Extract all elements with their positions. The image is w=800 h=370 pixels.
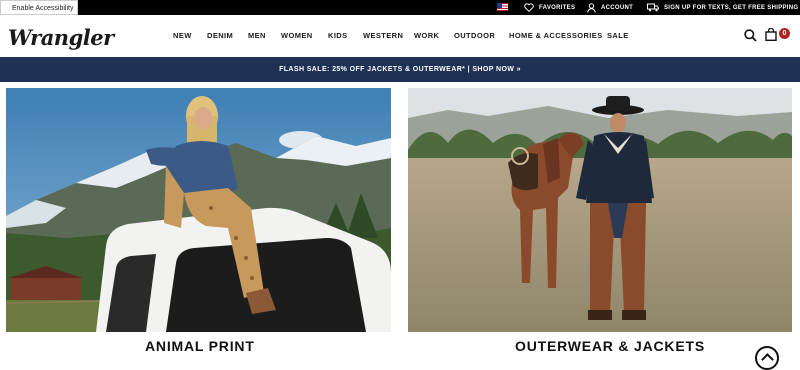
wrangler-logo[interactable]: Wrangler [8, 25, 114, 50]
nav-work[interactable]: WORK [414, 31, 439, 40]
animal-print-tile[interactable] [6, 88, 391, 332]
search-icon[interactable] [744, 29, 757, 42]
shopping-bag-icon[interactable] [765, 28, 777, 41]
nav-home-accessories[interactable]: HOME & ACCESSORIES [509, 31, 603, 40]
outerwear-jackets-caption[interactable]: OUTERWEAR & JACKETS [515, 338, 705, 354]
account-label: ACCOUNT [601, 4, 634, 11]
truck-icon [647, 3, 659, 12]
nav-women[interactable]: WOMEN [281, 31, 313, 40]
scroll-to-top-button[interactable] [755, 346, 779, 370]
main-header: Wrangler NEW DENIM MEN WOMEN KIDS WESTER… [0, 15, 800, 57]
text-signup-label: SIGN UP FOR TEXTS, GET FREE SHIPPING [664, 4, 799, 11]
favorites-link[interactable]: FAVORITES [524, 0, 575, 15]
us-flag-icon[interactable] [497, 3, 508, 11]
nav-western[interactable]: WESTERN [363, 31, 403, 40]
nav-new[interactable]: NEW [173, 31, 192, 40]
favorites-label: FAVORITES [539, 4, 576, 11]
outerwear-jackets-image [408, 88, 792, 332]
utility-bar: Enable Accessibility FAVORITES ACCOUNT S… [0, 0, 800, 15]
nav-denim[interactable]: DENIM [207, 31, 233, 40]
flash-sale-banner[interactable]: FLASH SALE: 25% OFF JACKETS & OUTERWEAR*… [0, 57, 800, 82]
nav-sale[interactable]: SALE [607, 31, 629, 40]
nav-kids[interactable]: KIDS [328, 31, 348, 40]
text-signup-link[interactable]: SIGN UP FOR TEXTS, GET FREE SHIPPING [647, 0, 798, 15]
animal-print-caption[interactable]: ANIMAL PRINT [145, 338, 255, 354]
outerwear-jackets-tile[interactable] [408, 88, 792, 332]
animal-print-image [6, 88, 391, 332]
heart-icon [524, 3, 534, 12]
enable-accessibility-button[interactable]: Enable Accessibility [0, 0, 78, 15]
cart-count-badge[interactable]: 0 [779, 28, 790, 39]
account-link[interactable]: ACCOUNT [587, 0, 633, 15]
nav-outdoor[interactable]: OUTDOOR [454, 31, 495, 40]
user-icon [587, 2, 596, 13]
nav-men[interactable]: MEN [248, 31, 266, 40]
